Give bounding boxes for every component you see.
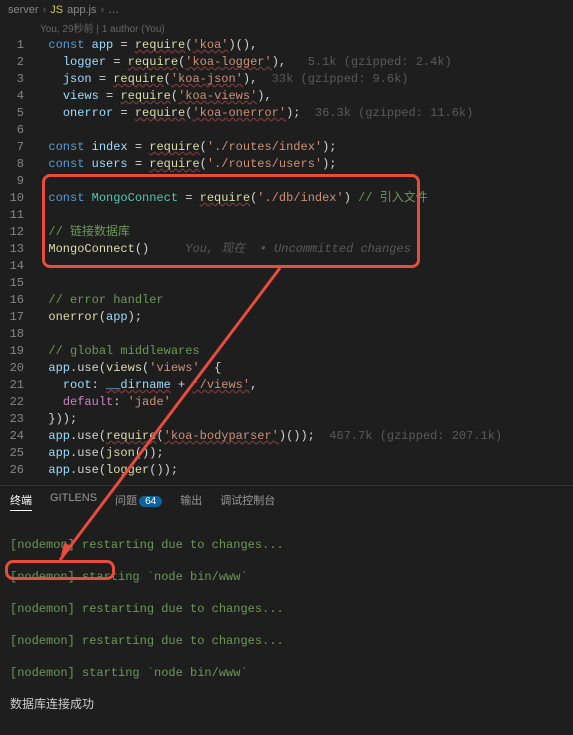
tab-output[interactable]: 输出 [180, 492, 202, 511]
line-number: 2 [0, 54, 34, 71]
breadcrumb[interactable]: server › JS app.js › … [0, 0, 573, 20]
line-number: 15 [0, 275, 34, 292]
line-number: 14 [0, 258, 34, 275]
line-number: 9 [0, 173, 34, 190]
tab-gitlens[interactable]: GITLENS [50, 492, 97, 511]
line-number: 10 [0, 190, 34, 207]
line-number: 11 [0, 207, 34, 224]
line-number: 17 [0, 309, 34, 326]
tab-problems[interactable]: 问题64 [115, 492, 162, 511]
line-number: 1 [0, 37, 34, 54]
breadcrumb-ellipsis[interactable]: … [108, 4, 119, 16]
line-number: 5 [0, 105, 34, 122]
terminal-output[interactable]: [nodemon] restarting due to changes... [… [0, 515, 573, 735]
line-number: 26 [0, 462, 34, 479]
line-number: 3 [0, 71, 34, 88]
line-number: 16 [0, 292, 34, 309]
line-number: 18 [0, 326, 34, 343]
line-number: 20 [0, 360, 34, 377]
chevron-right-icon: › [43, 4, 47, 16]
editor[interactable]: 1 const app = require('koa')(), 2 logger… [0, 37, 573, 479]
line-number: 4 [0, 88, 34, 105]
line-number: 24 [0, 428, 34, 445]
line-number: 21 [0, 377, 34, 394]
gitlens-blame: You, 现在 • Uncommitted changes [149, 242, 411, 256]
line-number: 25 [0, 445, 34, 462]
line-number: 7 [0, 139, 34, 156]
problems-badge: 64 [139, 496, 162, 507]
line-number: 23 [0, 411, 34, 428]
line-number: 8 [0, 156, 34, 173]
line-number: 19 [0, 343, 34, 360]
size-hint: 33k (gzipped: 9.6k) [257, 72, 408, 86]
chevron-right-icon: › [100, 4, 104, 16]
line-number: 12 [0, 224, 34, 241]
panel-tabs: 终端 GITLENS 问题64 输出 调试控制台 [0, 485, 573, 515]
line-number: 22 [0, 394, 34, 411]
size-hint: 5.1k (gzipped: 2.4k) [286, 55, 452, 69]
size-hint: 36.3k (gzipped: 11.6k) [301, 106, 474, 120]
line-number: 13 [0, 241, 34, 258]
tab-debug[interactable]: 调试控制台 [220, 492, 275, 511]
db-success-message: 数据库连接成功 [10, 697, 563, 713]
breadcrumb-file[interactable]: app.js [67, 4, 96, 16]
size-hint: 467.7k (gzipped: 207.1k) [315, 429, 502, 443]
tab-terminal[interactable]: 终端 [10, 492, 32, 511]
line-number: 6 [0, 122, 34, 139]
js-file-icon: JS [50, 4, 63, 16]
breadcrumb-folder[interactable]: server [8, 4, 39, 16]
gitlens-authors: You, 29秒前 | 1 author (You) [0, 20, 573, 37]
